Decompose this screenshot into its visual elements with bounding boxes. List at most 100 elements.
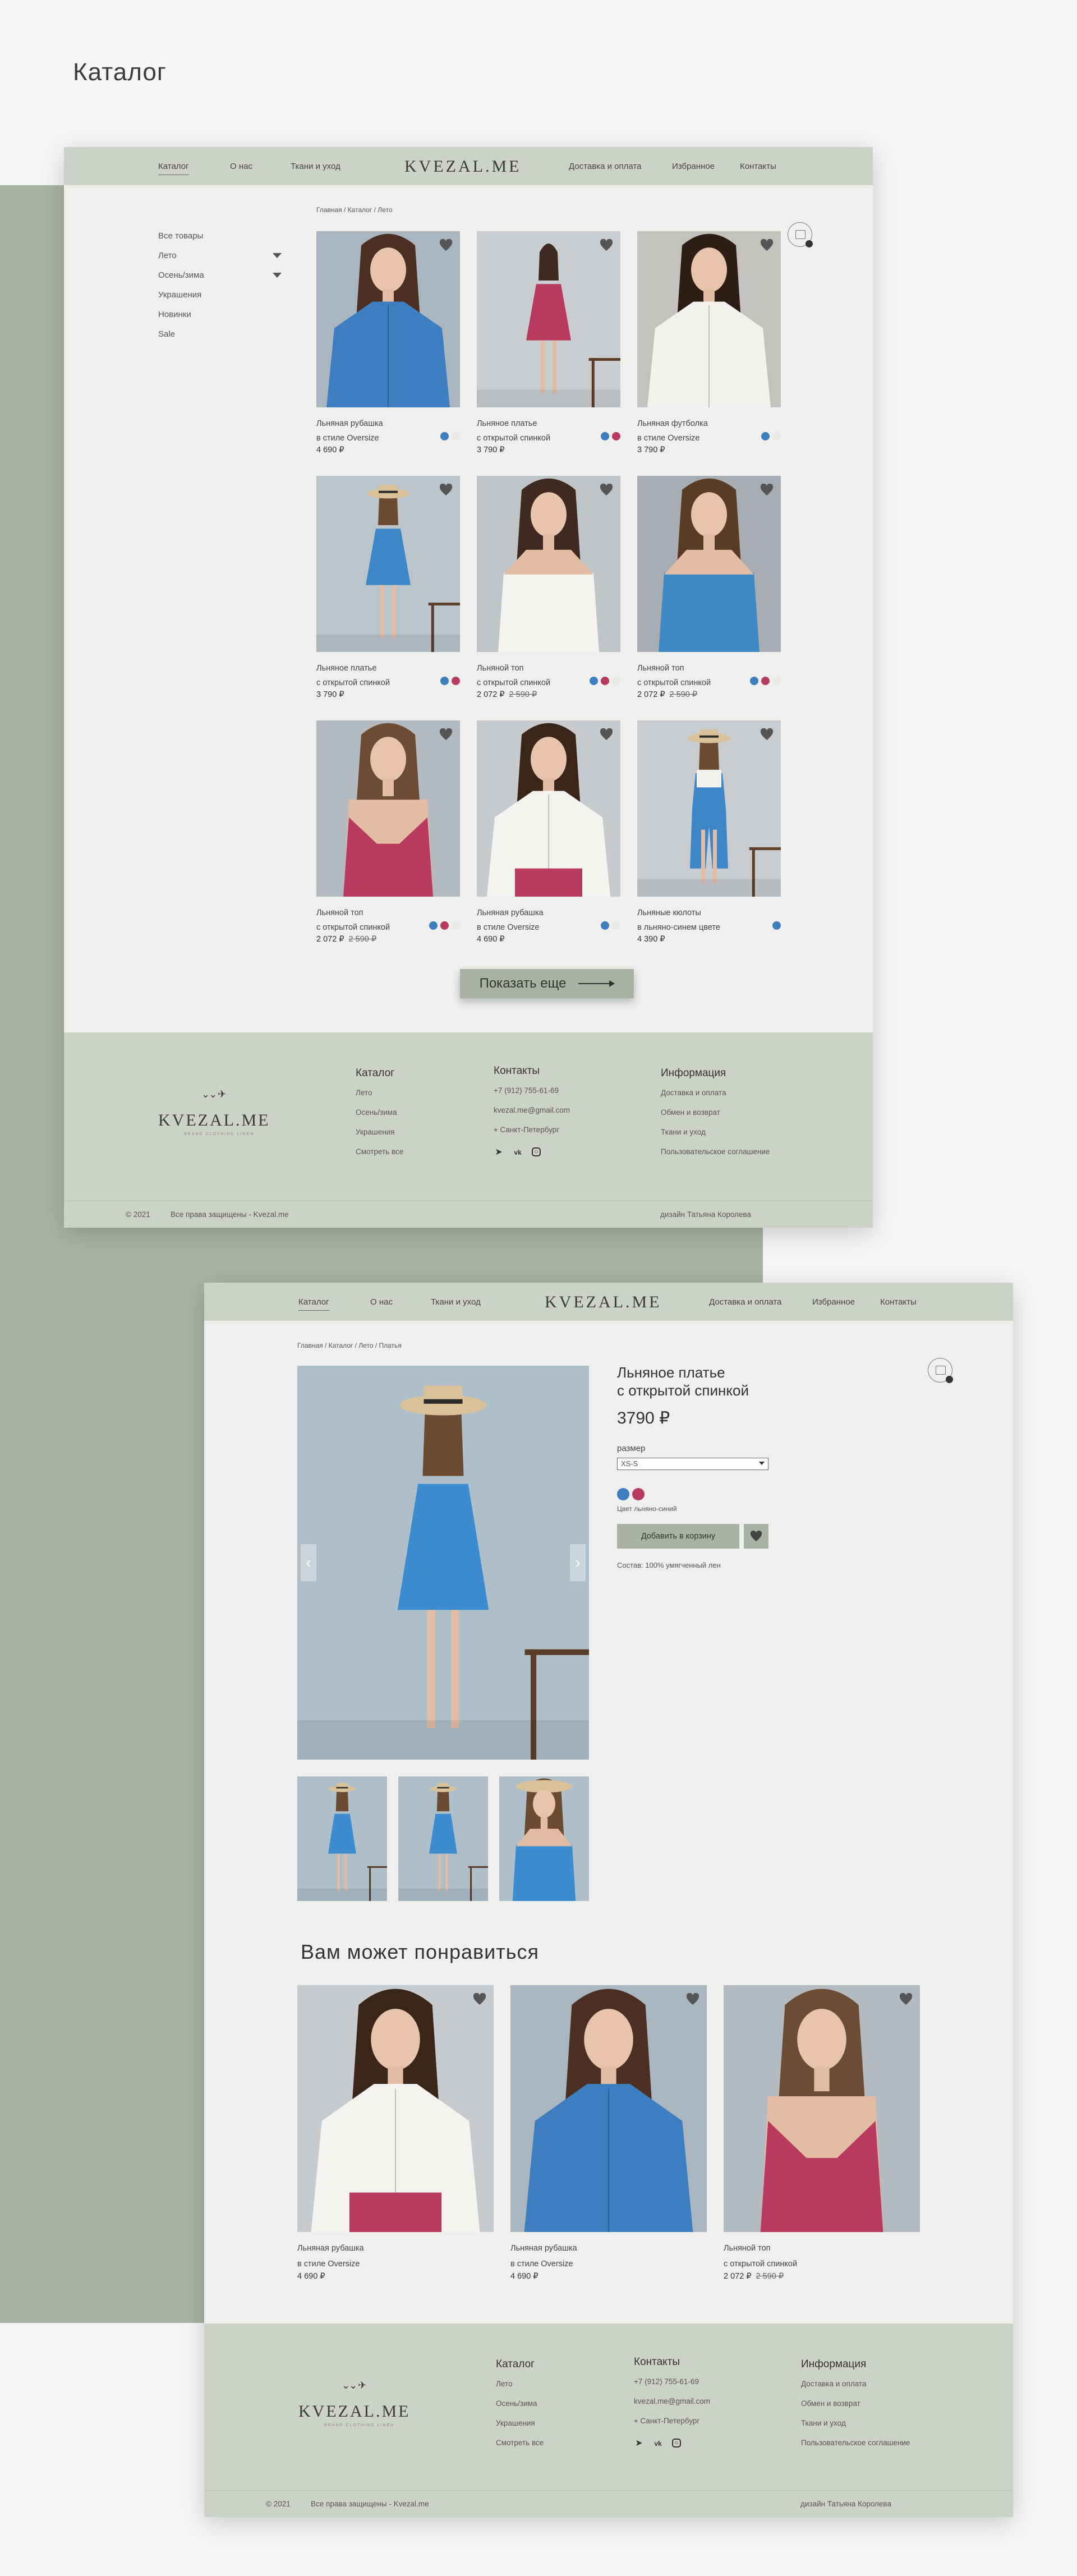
- footer-link[interactable]: Обмен и возврат: [801, 2399, 910, 2419]
- footer-email[interactable]: kvezal.me@gmail.com: [494, 1106, 570, 1126]
- nav-favorites[interactable]: Избранное: [672, 162, 715, 171]
- footer-link[interactable]: Украшения: [356, 1128, 403, 1147]
- sidebar-item-all[interactable]: Все товары: [158, 231, 282, 251]
- heart-icon[interactable]: [439, 239, 453, 251]
- nav-contacts[interactable]: Контакты: [740, 162, 776, 171]
- heart-icon[interactable]: [899, 1993, 913, 2005]
- product-photo[interactable]: [637, 720, 781, 897]
- footer-link[interactable]: Пользовательское соглашение: [801, 2439, 910, 2458]
- recommended-product-card[interactable]: Льняная рубашка в стиле Oversize 4 690 ₽: [297, 1985, 494, 2281]
- product-thumbnail[interactable]: [297, 1776, 387, 1901]
- breadcrumb[interactable]: Главная / Каталог / Лето: [316, 206, 393, 214]
- product-photo[interactable]: [316, 720, 460, 897]
- footer-phone[interactable]: +7 (912) 755-61-69: [634, 2377, 710, 2397]
- cart-icon[interactable]: [788, 222, 813, 247]
- recommended-product-card[interactable]: Льняной топ с открытой спинкой 2 072 ₽ 2 5…: [724, 1985, 920, 2281]
- chevron-down-icon[interactable]: [273, 273, 282, 278]
- heart-icon[interactable]: [599, 728, 614, 741]
- color-swatch[interactable]: [601, 921, 609, 930]
- sidebar-item-sale[interactable]: Sale: [158, 329, 282, 349]
- chevron-left-icon[interactable]: ‹: [301, 1544, 316, 1581]
- footer-link[interactable]: Смотреть все: [356, 1147, 403, 1167]
- footer-design-credit[interactable]: дизайн Татьяна Королева: [800, 2500, 891, 2508]
- vk-icon[interactable]: vk: [513, 1147, 523, 1158]
- product-photo[interactable]: [477, 231, 620, 407]
- footer-design-credit[interactable]: дизайн Татьяна Королева: [660, 1210, 751, 1219]
- product-card[interactable]: Льняная рубашка в стиле Oversize 4 690 ₽: [477, 720, 620, 956]
- color-swatch[interactable]: [750, 677, 758, 685]
- heart-icon[interactable]: [439, 728, 453, 741]
- brand-logo[interactable]: KVEZAL.ME: [404, 157, 521, 176]
- product-name[interactable]: Льняной топ с открытой спинкой: [637, 661, 744, 690]
- color-swatch[interactable]: [440, 432, 449, 440]
- heart-icon[interactable]: [439, 484, 453, 496]
- footer-link[interactable]: Пользовательское соглашение: [661, 1147, 770, 1167]
- product-card[interactable]: Льняные кюлоты в льняно-синем цвете 4 390…: [637, 720, 781, 956]
- nav-delivery[interactable]: Доставка и оплата: [569, 162, 641, 171]
- color-swatch[interactable]: [617, 1488, 629, 1500]
- heart-icon[interactable]: [599, 484, 614, 496]
- instagram-icon[interactable]: ○: [672, 2439, 681, 2448]
- product-card[interactable]: Льняное платье с открытой спинкой 3 790 ₽: [477, 231, 620, 467]
- color-swatch[interactable]: [440, 677, 449, 685]
- product-name[interactable]: Льняной топ с открытой спинкой: [477, 661, 583, 690]
- recommended-product-card[interactable]: Льняная рубашка в стиле Oversize 4 690 ₽: [510, 1985, 707, 2281]
- color-swatch[interactable]: [761, 432, 770, 440]
- nav-catalog[interactable]: Каталог: [298, 1297, 329, 1311]
- product-name[interactable]: Льняная футболка в стиле Oversize: [637, 416, 744, 446]
- nav-delivery[interactable]: Доставка и оплата: [709, 1297, 781, 1307]
- color-swatch[interactable]: [601, 432, 609, 440]
- heart-icon[interactable]: [685, 1993, 700, 2005]
- brand-logo[interactable]: KVEZAL.ME: [545, 1293, 661, 1312]
- heart-icon[interactable]: [599, 239, 614, 251]
- show-more-button[interactable]: Показать еще: [460, 969, 634, 998]
- product-photo[interactable]: [510, 1985, 707, 2232]
- color-swatch[interactable]: [772, 677, 781, 685]
- product-photo[interactable]: [637, 476, 781, 652]
- product-photo[interactable]: [724, 1985, 920, 2232]
- product-photo[interactable]: [316, 231, 460, 407]
- product-name[interactable]: Льняные кюлоты в льняно-синем цвете: [637, 906, 744, 935]
- breadcrumb[interactable]: Главная / Каталог / Лето / Платья: [297, 1342, 402, 1349]
- footer-link[interactable]: Смотреть все: [496, 2439, 544, 2458]
- color-swatch[interactable]: [601, 677, 609, 685]
- product-name[interactable]: Льняная рубашка в стиле Oversize: [297, 2240, 438, 2272]
- nav-catalog[interactable]: Каталог: [158, 162, 189, 175]
- color-swatch[interactable]: [429, 921, 438, 930]
- color-swatch[interactable]: [772, 432, 781, 440]
- product-photo[interactable]: [477, 720, 620, 897]
- heart-icon[interactable]: [472, 1993, 487, 2005]
- footer-logo[interactable]: KVEZAL.ME: [158, 1111, 270, 1130]
- product-name[interactable]: Льняная рубашка в стиле Oversize: [510, 2240, 651, 2272]
- product-name[interactable]: Льняная рубашка в стиле Oversize: [477, 906, 583, 935]
- product-name[interactable]: Льняное платье с открытой спинкой: [477, 416, 583, 446]
- footer-link[interactable]: Доставка и оплата: [801, 2380, 910, 2399]
- size-select[interactable]: XS-S: [617, 1458, 768, 1470]
- color-swatch[interactable]: [772, 921, 781, 930]
- footer-link[interactable]: Лето: [496, 2380, 544, 2399]
- color-swatch[interactable]: [612, 432, 620, 440]
- product-name[interactable]: Льняное платье с открытой спинкой: [316, 661, 423, 690]
- footer-link[interactable]: Ткани и уход: [801, 2419, 910, 2439]
- product-thumbnail[interactable]: [398, 1776, 488, 1901]
- product-card[interactable]: Льняное платье с открытой спинкой 3 790 ₽: [316, 476, 460, 711]
- color-swatch[interactable]: [761, 677, 770, 685]
- cart-icon[interactable]: [928, 1358, 953, 1383]
- color-swatch[interactable]: [612, 677, 620, 685]
- chevron-down-icon[interactable]: [273, 253, 282, 258]
- product-card[interactable]: Льняная рубашка в стиле Oversize 4 690 ₽: [316, 231, 460, 467]
- product-card[interactable]: Льняная футболка в стиле Oversize 3 790 ₽: [637, 231, 781, 467]
- color-swatch[interactable]: [440, 921, 449, 930]
- product-photo[interactable]: [316, 476, 460, 652]
- heart-icon[interactable]: [760, 728, 774, 741]
- chevron-right-icon[interactable]: ›: [570, 1544, 586, 1581]
- sidebar-item-new[interactable]: Новинки: [158, 310, 282, 329]
- footer-logo[interactable]: KVEZAL.ME: [298, 2402, 410, 2421]
- footer-link[interactable]: Украшения: [496, 2419, 544, 2439]
- nav-contacts[interactable]: Контакты: [880, 1297, 917, 1307]
- footer-link[interactable]: Лето: [356, 1089, 403, 1108]
- nav-fabrics[interactable]: Ткани и уход: [291, 162, 340, 171]
- color-swatch[interactable]: [452, 677, 460, 685]
- footer-link[interactable]: Доставка и оплата: [661, 1089, 770, 1108]
- color-swatch[interactable]: [590, 677, 598, 685]
